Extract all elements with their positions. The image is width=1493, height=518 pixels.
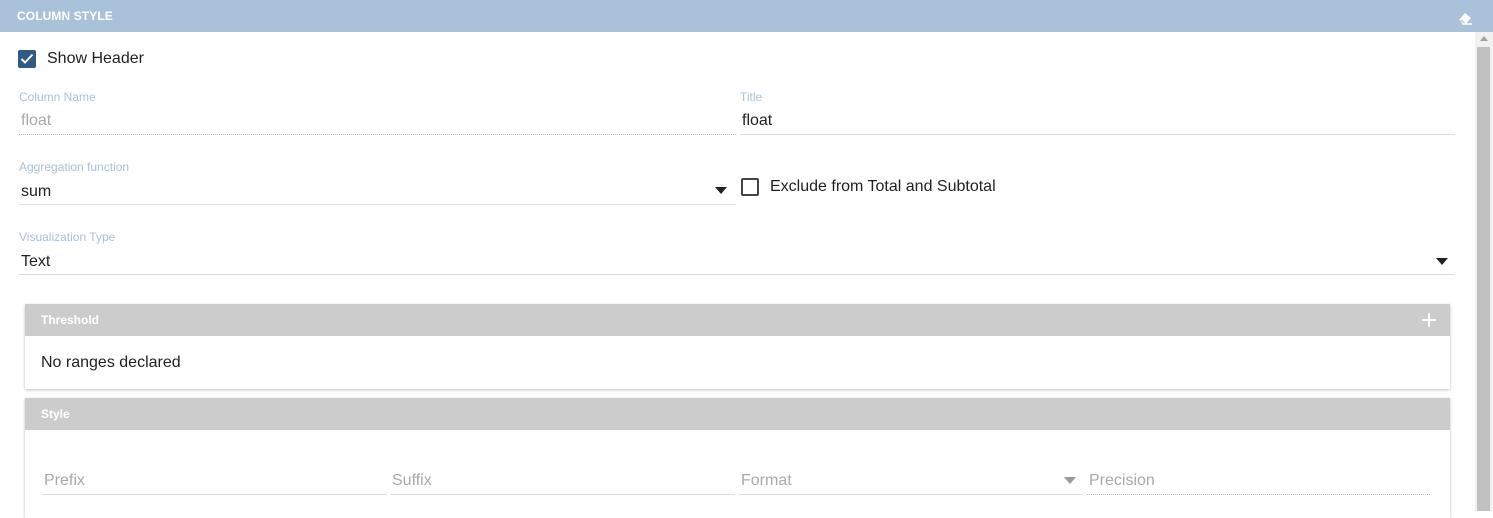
threshold-panel-header: Threshold [25, 304, 1450, 336]
aggregation-dropdown-icon[interactable] [715, 187, 727, 194]
visualization-dropdown-icon[interactable] [1436, 258, 1448, 265]
prefix-input[interactable]: Prefix [44, 472, 85, 490]
prefix-underline [42, 494, 387, 495]
threshold-panel: Threshold No ranges declared [25, 304, 1450, 389]
title-underline [740, 134, 1455, 135]
plus-icon[interactable] [1422, 313, 1436, 327]
check-icon [20, 53, 34, 64]
eraser-icon[interactable] [1457, 11, 1473, 25]
dialog-title: COLUMN STYLE [17, 9, 113, 23]
precision-input[interactable]: Precision [1089, 472, 1155, 490]
column-name-underline [19, 134, 736, 135]
exclude-total-label: Exclude from Total and Subtotal [770, 178, 996, 195]
style-panel-header: Style [25, 398, 1450, 430]
no-ranges-text: No ranges declared [41, 354, 181, 371]
show-header-checkbox[interactable] [18, 50, 36, 68]
suffix-input[interactable]: Suffix [392, 472, 432, 490]
exclude-total-checkbox[interactable] [741, 178, 759, 196]
format-dropdown-icon[interactable] [1064, 477, 1076, 484]
suffix-underline [390, 494, 735, 495]
title-label: Title [740, 90, 763, 104]
format-underline [739, 494, 1083, 495]
aggregation-label: Aggregation function [19, 160, 130, 174]
dialog-header: COLUMN STYLE [0, 0, 1493, 32]
visualization-underline [19, 274, 1455, 275]
title-field[interactable]: float [742, 112, 772, 130]
column-name-field: float [21, 112, 52, 129]
visualization-type-label: Visualization Type [19, 230, 116, 244]
show-header-label: Show Header [47, 50, 144, 67]
format-select[interactable]: Format [741, 472, 792, 490]
aggregation-select[interactable]: sum [21, 183, 51, 201]
aggregation-underline [19, 204, 736, 205]
style-title: Style [41, 407, 70, 421]
precision-underline [1087, 494, 1430, 495]
scroll-up-arrow-icon[interactable] [1480, 36, 1488, 41]
threshold-title: Threshold [41, 313, 100, 327]
style-panel: Style Prefix Suffix Format Precision [25, 398, 1450, 518]
scrollbar-thumb[interactable] [1477, 47, 1490, 511]
column-name-label: Column Name [19, 90, 96, 104]
visualization-type-select[interactable]: Text [21, 253, 50, 271]
